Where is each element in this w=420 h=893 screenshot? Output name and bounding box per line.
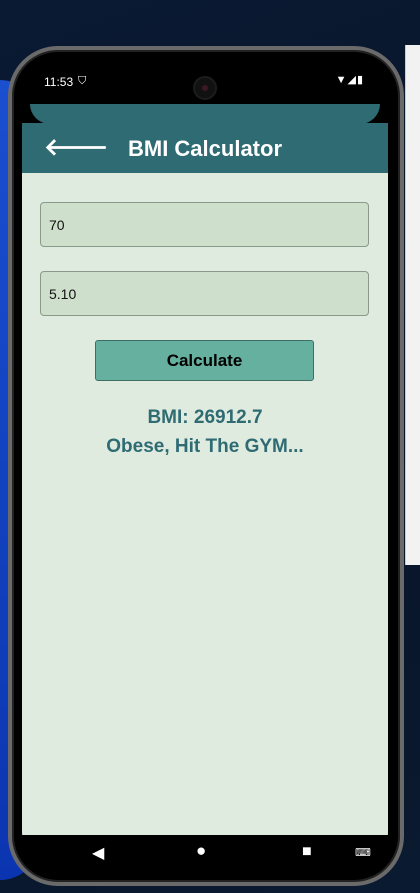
- status-bar: 11:53 ⛉ ▼◢▮: [22, 58, 388, 102]
- back-icon[interactable]: ◀: [92, 843, 104, 863]
- phone-screen: 11:53 ⛉ ▼◢▮ 🡐 BMI Calculator Calculate B…: [22, 58, 388, 870]
- signal-icon: ◢: [347, 74, 357, 86]
- status-time: 11:53: [44, 75, 74, 89]
- main-content: Calculate BMI: 26912.7 Obese, Hit The GY…: [22, 173, 388, 835]
- header-curve: [30, 104, 380, 124]
- height-input[interactable]: [40, 271, 369, 316]
- status-icons: ▼◢▮: [336, 73, 364, 86]
- wifi-icon: ▼: [335, 74, 348, 86]
- keyboard-icon[interactable]: ⌨: [355, 846, 371, 859]
- weight-input[interactable]: [40, 202, 369, 247]
- shield-icon: ⛉: [78, 75, 87, 87]
- app-header: 🡐 BMI Calculator: [22, 123, 388, 173]
- calculate-button[interactable]: Calculate: [95, 340, 314, 381]
- side-panel: [405, 45, 420, 565]
- bmi-result: BMI: 26912.7: [147, 407, 263, 428]
- home-icon[interactable]: ●: [196, 841, 206, 861]
- battery-icon: ▮: [356, 74, 364, 86]
- camera-icon: [193, 76, 217, 100]
- bmi-message: Obese, Hit The GYM...: [106, 436, 304, 457]
- nav-bar: ◀ ● ■ ⌨: [22, 835, 388, 870]
- page-title: BMI Calculator: [127, 136, 283, 161]
- recents-icon[interactable]: ■: [302, 843, 312, 861]
